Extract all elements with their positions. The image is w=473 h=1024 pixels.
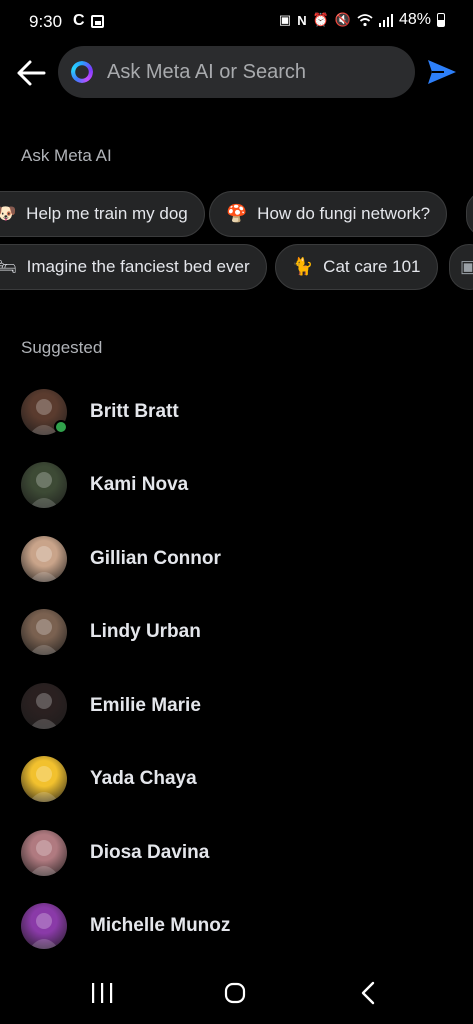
status-time: 9:30 bbox=[29, 12, 63, 31]
contact-row[interactable]: Kami Nova bbox=[0, 453, 473, 517]
status-bar: 9:30 C ▣ N ⏰ 🔇 48% bbox=[0, 0, 473, 44]
battery-percent: 48% bbox=[398, 11, 431, 28]
bed-icon: 🛏 bbox=[0, 257, 17, 276]
contact-row[interactable]: Lindy Urban bbox=[0, 600, 473, 664]
contact-name: Michelle Munoz bbox=[90, 915, 231, 936]
contact-row[interactable]: Yada Chaya bbox=[0, 747, 473, 811]
prompt-chip-row-2: 🛏 Imagine the fanciest bed ever 🐈 Cat ca… bbox=[0, 244, 473, 292]
search-input[interactable] bbox=[105, 59, 399, 85]
prompt-chip-cat-care[interactable]: 🐈 Cat care 101 bbox=[275, 244, 438, 290]
send-button[interactable] bbox=[426, 58, 458, 86]
contact-name: Diosa Davina bbox=[90, 842, 210, 863]
prompt-chip-partial[interactable]: ▣ bbox=[449, 244, 473, 290]
contact-name: Emilie Marie bbox=[90, 695, 201, 716]
signal-icon bbox=[378, 13, 393, 27]
chip-label: Help me train my dog bbox=[26, 204, 188, 223]
recent-apps-button[interactable] bbox=[82, 978, 122, 1008]
avatar bbox=[21, 830, 67, 876]
send-icon bbox=[428, 60, 456, 84]
prompt-chip-partial[interactable] bbox=[466, 191, 473, 237]
prompt-chip-fancy-bed[interactable]: 🛏 Imagine the fanciest bed ever bbox=[0, 244, 267, 290]
search-bar[interactable] bbox=[58, 46, 415, 98]
mute-icon: 🔇 bbox=[334, 12, 351, 27]
contact-row[interactable]: Emilie Marie bbox=[0, 674, 473, 738]
battery-icon bbox=[437, 13, 445, 27]
alarm-icon: ⏰ bbox=[312, 12, 329, 27]
mushroom-icon: 🍄 bbox=[226, 204, 248, 223]
avatar bbox=[21, 756, 67, 802]
meta-ai-icon bbox=[71, 61, 93, 83]
dog-icon: 🐶 bbox=[0, 204, 17, 223]
avatar bbox=[21, 462, 67, 508]
avatar bbox=[21, 683, 67, 729]
home-button[interactable] bbox=[215, 978, 255, 1008]
contact-name: Britt Bratt bbox=[90, 401, 179, 422]
cat-icon: 🐈 bbox=[292, 257, 314, 276]
robot-icon: ▣ bbox=[460, 257, 473, 276]
system-nav-bar bbox=[0, 962, 473, 1024]
back-arrow-icon bbox=[17, 60, 46, 86]
avatar bbox=[21, 609, 67, 655]
ask-meta-ai-heading: Ask Meta AI bbox=[21, 146, 112, 165]
chevron-left-icon bbox=[361, 981, 375, 1005]
prompt-chip-fungi[interactable]: 🍄 How do fungi network? bbox=[209, 191, 448, 237]
avatar bbox=[21, 903, 67, 949]
chip-label: How do fungi network? bbox=[257, 204, 431, 223]
contact-name: Yada Chaya bbox=[90, 768, 197, 789]
suggested-heading: Suggested bbox=[21, 338, 103, 357]
contact-row[interactable]: Gillian Connor bbox=[0, 527, 473, 591]
chip-label: Imagine the fanciest bed ever bbox=[26, 257, 250, 276]
online-status-indicator bbox=[54, 420, 68, 434]
prompt-chip-train-dog[interactable]: 🐶 Help me train my dog bbox=[0, 191, 205, 237]
prompt-chip-row-1: 🐶 Help me train my dog 🍄 How do fungi ne… bbox=[0, 191, 473, 239]
contact-name: Gillian Connor bbox=[90, 548, 221, 569]
avatar bbox=[21, 536, 67, 582]
back-button[interactable] bbox=[16, 58, 48, 88]
nfc-icon: N bbox=[297, 12, 307, 28]
c-icon: C bbox=[73, 12, 85, 29]
system-back-button[interactable] bbox=[348, 978, 388, 1008]
contact-name: Kami Nova bbox=[90, 474, 189, 495]
chip-label: Cat care 101 bbox=[323, 257, 421, 276]
gallery-icon bbox=[90, 14, 104, 28]
contact-name: Lindy Urban bbox=[90, 621, 201, 642]
contact-row[interactable]: Michelle Munoz bbox=[0, 894, 473, 958]
home-icon bbox=[224, 982, 246, 1004]
contact-row[interactable]: Britt Bratt bbox=[0, 380, 473, 444]
recent-apps-icon bbox=[92, 983, 113, 1003]
wifi-icon bbox=[357, 14, 373, 27]
contact-row[interactable]: Diosa Davina bbox=[0, 821, 473, 885]
lock-icon: ▣ bbox=[278, 12, 292, 27]
